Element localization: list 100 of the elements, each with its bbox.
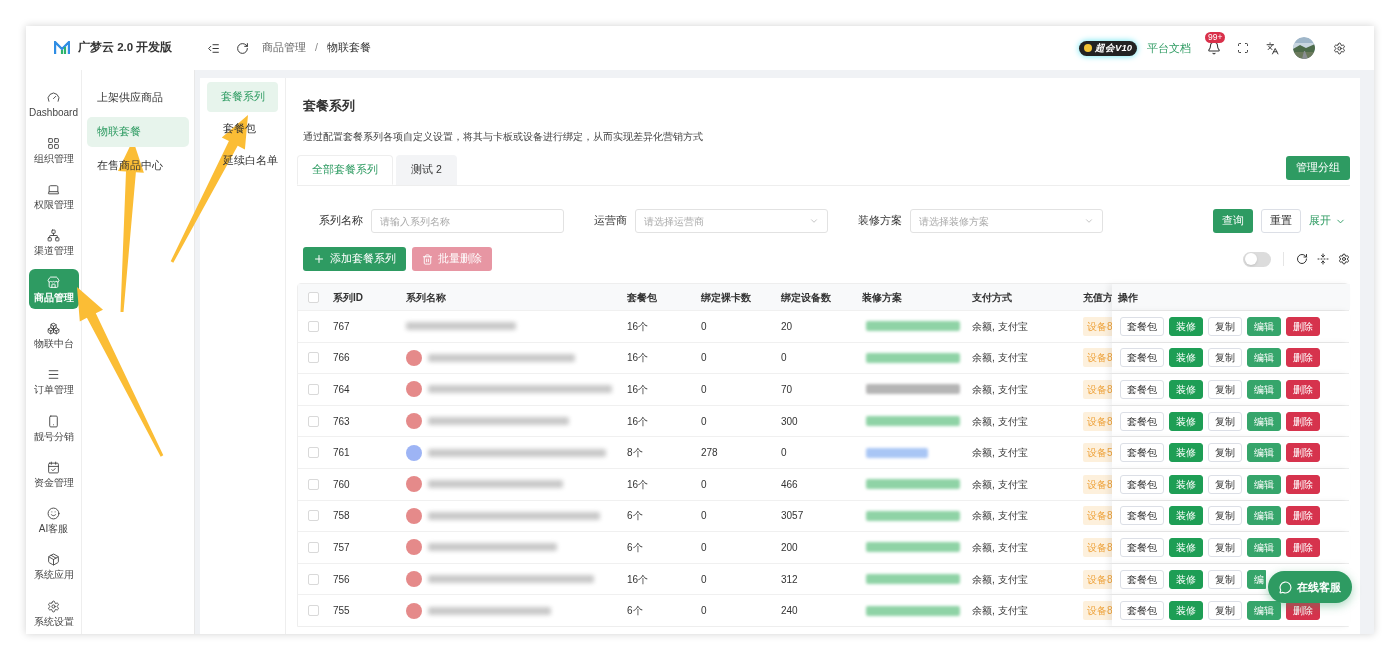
action-button[interactable]: 编辑 <box>1247 537 1281 557</box>
vip-badge[interactable]: 超会V10 <box>1079 40 1137 56</box>
action-button[interactable]: 复制 <box>1208 380 1242 399</box>
action-button[interactable]: 复制 <box>1208 474 1242 494</box>
action-button[interactable]: 复制 <box>1208 411 1242 431</box>
action-button[interactable]: 装修 <box>1169 316 1203 336</box>
action-button[interactable]: 套餐包 <box>1120 380 1164 399</box>
action-button[interactable]: 删除 <box>1286 316 1320 336</box>
action-button[interactable]: 删除 <box>1286 474 1320 494</box>
action-button[interactable]: 编辑 <box>1247 380 1281 399</box>
action-button[interactable]: 编辑 <box>1247 316 1281 336</box>
column-header: 系列名称 <box>406 290 446 305</box>
action-button[interactable]: 删除 <box>1286 411 1320 431</box>
nav-item[interactable]: AI客服 <box>28 500 79 541</box>
reset-button[interactable]: 重置 <box>1261 209 1301 233</box>
action-button[interactable]: 套餐包 <box>1120 506 1164 526</box>
action-button[interactable]: 复制 <box>1208 601 1242 621</box>
breadcrumb-link[interactable]: 商品管理 <box>262 40 306 56</box>
action-button[interactable]: 套餐包 <box>1120 474 1164 494</box>
checkbox[interactable] <box>308 447 319 459</box>
checkbox[interactable] <box>308 352 319 364</box>
action-button[interactable]: 复制 <box>1208 506 1242 526</box>
nav-item[interactable]: Dashboard <box>28 84 79 124</box>
nav-item[interactable]: 物联中台 <box>28 315 79 356</box>
action-button[interactable]: 装修 <box>1169 348 1203 368</box>
nav-item[interactable]: 系统设置 <box>28 593 79 634</box>
refresh-icon[interactable] <box>1296 253 1308 265</box>
action-button[interactable]: 套餐包 <box>1120 601 1164 621</box>
action-button[interactable]: 套餐包 <box>1120 443 1164 463</box>
action-button[interactable]: 复制 <box>1208 537 1242 557</box>
nav-item[interactable]: 订单管理 <box>28 361 79 402</box>
settings-icon[interactable] <box>1333 41 1346 55</box>
nav-item[interactable]: 渠道管理 <box>28 222 79 263</box>
docs-link[interactable]: 平台文档 <box>1147 39 1191 57</box>
action-button[interactable]: 复制 <box>1208 348 1242 368</box>
action-button[interactable]: 删除 <box>1286 443 1320 463</box>
action-button[interactable]: 复制 <box>1208 443 1242 463</box>
submenu-item[interactable]: 上架供应商品 <box>87 83 189 113</box>
checkbox[interactable] <box>308 478 319 490</box>
select-field[interactable]: 请选择装修方案 <box>910 209 1103 233</box>
menu-item[interactable]: 套餐系列 <box>207 82 278 112</box>
nav-item[interactable]: 资金管理 <box>28 454 79 495</box>
bell-icon[interactable] <box>1207 41 1221 55</box>
action-button[interactable]: 套餐包 <box>1120 537 1164 557</box>
action-button[interactable]: 装修 <box>1169 411 1203 431</box>
action-button[interactable]: 装修 <box>1169 443 1203 463</box>
tab[interactable]: 测试 2 <box>396 155 457 185</box>
action-button[interactable]: 编辑 <box>1247 443 1281 463</box>
refresh-icon[interactable] <box>236 41 249 55</box>
manage-groups-button[interactable]: 管理分组 <box>1286 156 1350 180</box>
action-button[interactable]: 删除 <box>1286 348 1320 368</box>
table-cell-text: 16个 <box>627 319 649 334</box>
action-button[interactable]: 编辑 <box>1247 601 1281 621</box>
action-button[interactable]: 编 <box>1247 569 1266 589</box>
action-button[interactable]: 装修 <box>1169 474 1203 494</box>
density-icon[interactable] <box>1317 253 1329 265</box>
action-button[interactable]: 复制 <box>1208 569 1242 589</box>
action-button[interactable]: 复制 <box>1208 316 1242 336</box>
submenu-item[interactable]: 物联套餐 <box>87 117 189 147</box>
action-button[interactable]: 删除 <box>1286 506 1320 526</box>
action-button[interactable]: 套餐包 <box>1120 411 1164 431</box>
action-button[interactable]: 装修 <box>1169 569 1203 589</box>
nav-item[interactable]: 靓号分销 <box>28 408 79 449</box>
input-field[interactable]: 请输入系列名称 <box>371 209 564 233</box>
collapse-icon[interactable] <box>207 41 220 55</box>
action-button[interactable]: 删除 <box>1286 537 1320 557</box>
settings-icon[interactable] <box>1338 253 1350 265</box>
action-button[interactable]: 编辑 <box>1247 506 1281 526</box>
translate-icon[interactable] <box>1266 41 1279 55</box>
fullscreen-icon[interactable] <box>1237 42 1249 54</box>
toggle-switch[interactable] <box>1243 251 1271 267</box>
checkbox[interactable] <box>308 415 319 427</box>
action-button[interactable]: 装修 <box>1169 601 1203 621</box>
action-button[interactable]: 编辑 <box>1247 411 1281 431</box>
action-button[interactable]: 删除 <box>1286 380 1320 399</box>
checkbox[interactable] <box>308 384 319 395</box>
action-button[interactable]: 编辑 <box>1247 348 1281 368</box>
checkbox[interactable] <box>308 605 319 617</box>
nav-item[interactable]: 组织管理 <box>28 130 79 171</box>
checkbox[interactable] <box>308 320 319 332</box>
nav-item[interactable]: 商品管理 <box>28 269 79 310</box>
nav-item[interactable]: 系统应用 <box>28 546 79 587</box>
action-button[interactable]: 套餐包 <box>1120 348 1164 368</box>
add-series-button[interactable]: 添加套餐系列 <box>303 247 406 271</box>
checkbox[interactable] <box>308 510 319 522</box>
action-button[interactable]: 装修 <box>1169 537 1203 557</box>
online-service-button[interactable]: 在线客服 <box>1268 571 1352 603</box>
nav-item[interactable]: 权限管理 <box>28 176 79 217</box>
action-button[interactable]: 套餐包 <box>1120 316 1164 336</box>
checkbox[interactable] <box>308 541 319 553</box>
expand-button[interactable]: 展开 <box>1309 213 1350 229</box>
search-button[interactable]: 查询 <box>1213 209 1253 233</box>
action-button[interactable]: 编辑 <box>1247 474 1281 494</box>
select-field[interactable]: 请选择运营商 <box>635 209 828 233</box>
tab[interactable]: 全部套餐系列 <box>297 155 393 185</box>
checkbox[interactable] <box>308 291 319 303</box>
action-button[interactable]: 装修 <box>1169 506 1203 526</box>
action-button[interactable]: 套餐包 <box>1120 569 1164 589</box>
action-button[interactable]: 装修 <box>1169 380 1203 399</box>
checkbox[interactable] <box>308 573 319 585</box>
